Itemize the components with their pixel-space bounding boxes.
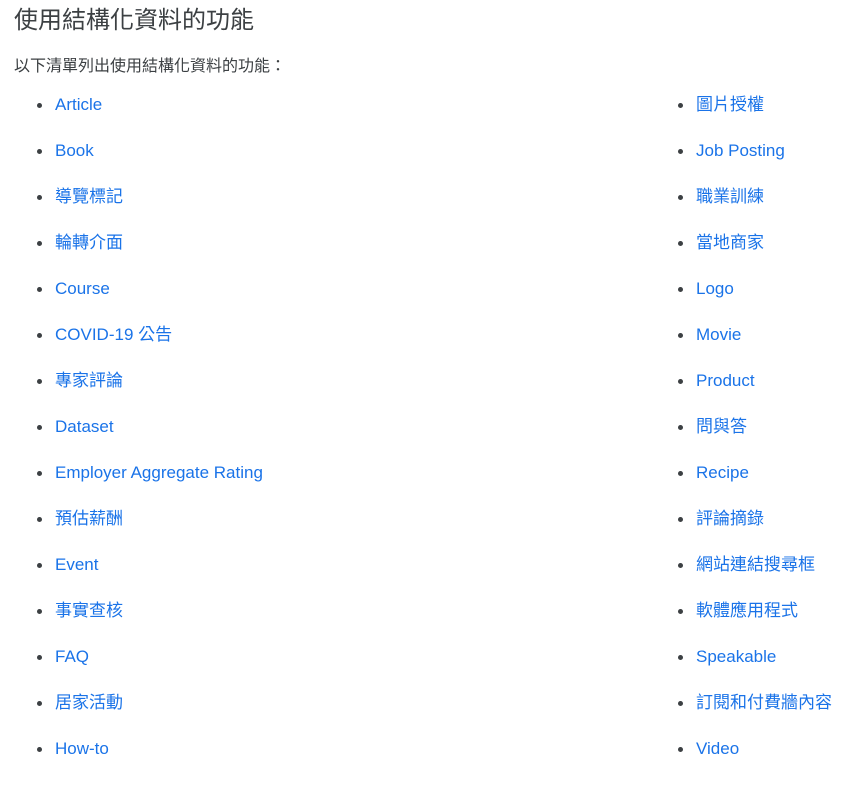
bullet-icon	[678, 287, 683, 292]
bullet-icon	[678, 563, 683, 568]
bullet-icon	[37, 333, 42, 338]
list-item: COVID-19 公告	[26, 323, 263, 369]
feature-link[interactable]: COVID-19 公告	[55, 325, 172, 344]
bullet-icon	[678, 195, 683, 200]
list-item: 居家活動	[26, 691, 263, 737]
list-item: Book	[26, 139, 263, 185]
bullet-icon	[37, 747, 42, 752]
feature-link[interactable]: How-to	[55, 739, 109, 758]
list-item: Course	[26, 277, 263, 323]
bullet-icon	[678, 425, 683, 430]
list-item: 軟體應用程式	[667, 599, 832, 645]
feature-link[interactable]: 網站連結搜尋框	[696, 555, 815, 574]
list-item: 評論摘錄	[667, 507, 832, 553]
feature-link[interactable]: 導覽標記	[55, 187, 123, 206]
list-item: 當地商家	[667, 231, 832, 277]
bullet-icon	[678, 747, 683, 752]
list-item: Article	[26, 93, 263, 139]
list-item: Movie	[667, 323, 832, 369]
feature-lists-container: Article Book 導覽標記輪轉介面 Course COVID-19 公告 專家評論…	[14, 93, 836, 793]
feature-link[interactable]: 圖片授權	[696, 95, 764, 114]
feature-link[interactable]: Speakable	[696, 647, 776, 666]
feature-link[interactable]: 當地商家	[696, 233, 764, 252]
intro-paragraph: 以下清單列出使用結構化資料的功能：	[14, 58, 287, 75]
feature-link[interactable]: FAQ	[55, 647, 89, 666]
bullet-icon	[678, 517, 683, 522]
bullet-icon	[37, 655, 42, 660]
feature-link[interactable]: 預估薪酬	[55, 509, 123, 528]
feature-link[interactable]: 事實查核	[55, 601, 123, 620]
bullet-icon	[678, 241, 683, 246]
bullet-icon	[678, 379, 683, 384]
list-item: 預估薪酬	[26, 507, 263, 553]
bullet-icon	[37, 287, 42, 292]
list-item: 圖片授權	[667, 93, 832, 139]
feature-link[interactable]: Book	[55, 141, 94, 160]
feature-link[interactable]: 問與答	[696, 417, 747, 436]
list-item: 事實查核	[26, 599, 263, 645]
bullet-icon	[678, 655, 683, 660]
list-item: Event	[26, 553, 263, 599]
bullet-icon	[678, 609, 683, 614]
list-item: Employer Aggregate Rating	[26, 461, 263, 507]
page-title: 使用結構化資料的功能	[14, 7, 254, 34]
list-item: 導覽標記	[26, 185, 263, 231]
bullet-icon	[37, 425, 42, 430]
feature-link[interactable]: 職業訓練	[696, 187, 764, 206]
feature-link[interactable]: Course	[55, 279, 110, 298]
bullet-icon	[678, 471, 683, 476]
list-item: Recipe	[667, 461, 832, 507]
feature-list-right: 圖片授權 Job Posting 職業訓練當地商家 Logo Movie Product 問…	[667, 93, 832, 783]
list-item: How-to	[26, 737, 263, 783]
list-item: 問與答	[667, 415, 832, 461]
feature-link[interactable]: Video	[696, 739, 739, 758]
bullet-icon	[37, 195, 42, 200]
list-item: 專家評論	[26, 369, 263, 415]
list-item: Logo	[667, 277, 832, 323]
feature-link[interactable]: Dataset	[55, 417, 114, 436]
feature-link[interactable]: 訂閱和付費牆內容	[696, 693, 832, 712]
structured-data-features-page: 使用結構化資料的功能 以下清單列出使用結構化資料的功能： Article Book…	[0, 0, 850, 811]
feature-link[interactable]: 軟體應用程式	[696, 601, 798, 620]
list-item: Dataset	[26, 415, 263, 461]
feature-link[interactable]: Event	[55, 555, 98, 574]
feature-link[interactable]: 專家評論	[55, 371, 123, 390]
feature-link[interactable]: Employer Aggregate Rating	[55, 463, 263, 482]
bullet-icon	[37, 609, 42, 614]
bullet-icon	[37, 701, 42, 706]
bullet-icon	[37, 471, 42, 476]
bullet-icon	[37, 517, 42, 522]
bullet-icon	[37, 241, 42, 246]
feature-link[interactable]: 居家活動	[55, 693, 123, 712]
list-item: Speakable	[667, 645, 832, 691]
feature-link[interactable]: 評論摘錄	[696, 509, 764, 528]
feature-link[interactable]: Recipe	[696, 463, 749, 482]
bullet-icon	[37, 379, 42, 384]
feature-link[interactable]: Logo	[696, 279, 734, 298]
list-item: Product	[667, 369, 832, 415]
list-item: 網站連結搜尋框	[667, 553, 832, 599]
bullet-icon	[37, 103, 42, 108]
bullet-icon	[678, 103, 683, 108]
bullet-icon	[37, 149, 42, 154]
list-item: 輪轉介面	[26, 231, 263, 277]
feature-link[interactable]: Article	[55, 95, 102, 114]
list-item: Video	[667, 737, 832, 783]
bullet-icon	[678, 701, 683, 706]
feature-list-left: Article Book 導覽標記輪轉介面 Course COVID-19 公告 專家評論…	[26, 93, 263, 783]
list-item: Job Posting	[667, 139, 832, 185]
bullet-icon	[37, 563, 42, 568]
feature-link[interactable]: Job Posting	[696, 141, 785, 160]
bullet-icon	[678, 149, 683, 154]
list-item: 職業訓練	[667, 185, 832, 231]
bullet-icon	[678, 333, 683, 338]
list-item: 訂閱和付費牆內容	[667, 691, 832, 737]
feature-link[interactable]: 輪轉介面	[55, 233, 123, 252]
feature-link[interactable]: Product	[696, 371, 755, 390]
list-item: FAQ	[26, 645, 263, 691]
feature-link[interactable]: Movie	[696, 325, 741, 344]
